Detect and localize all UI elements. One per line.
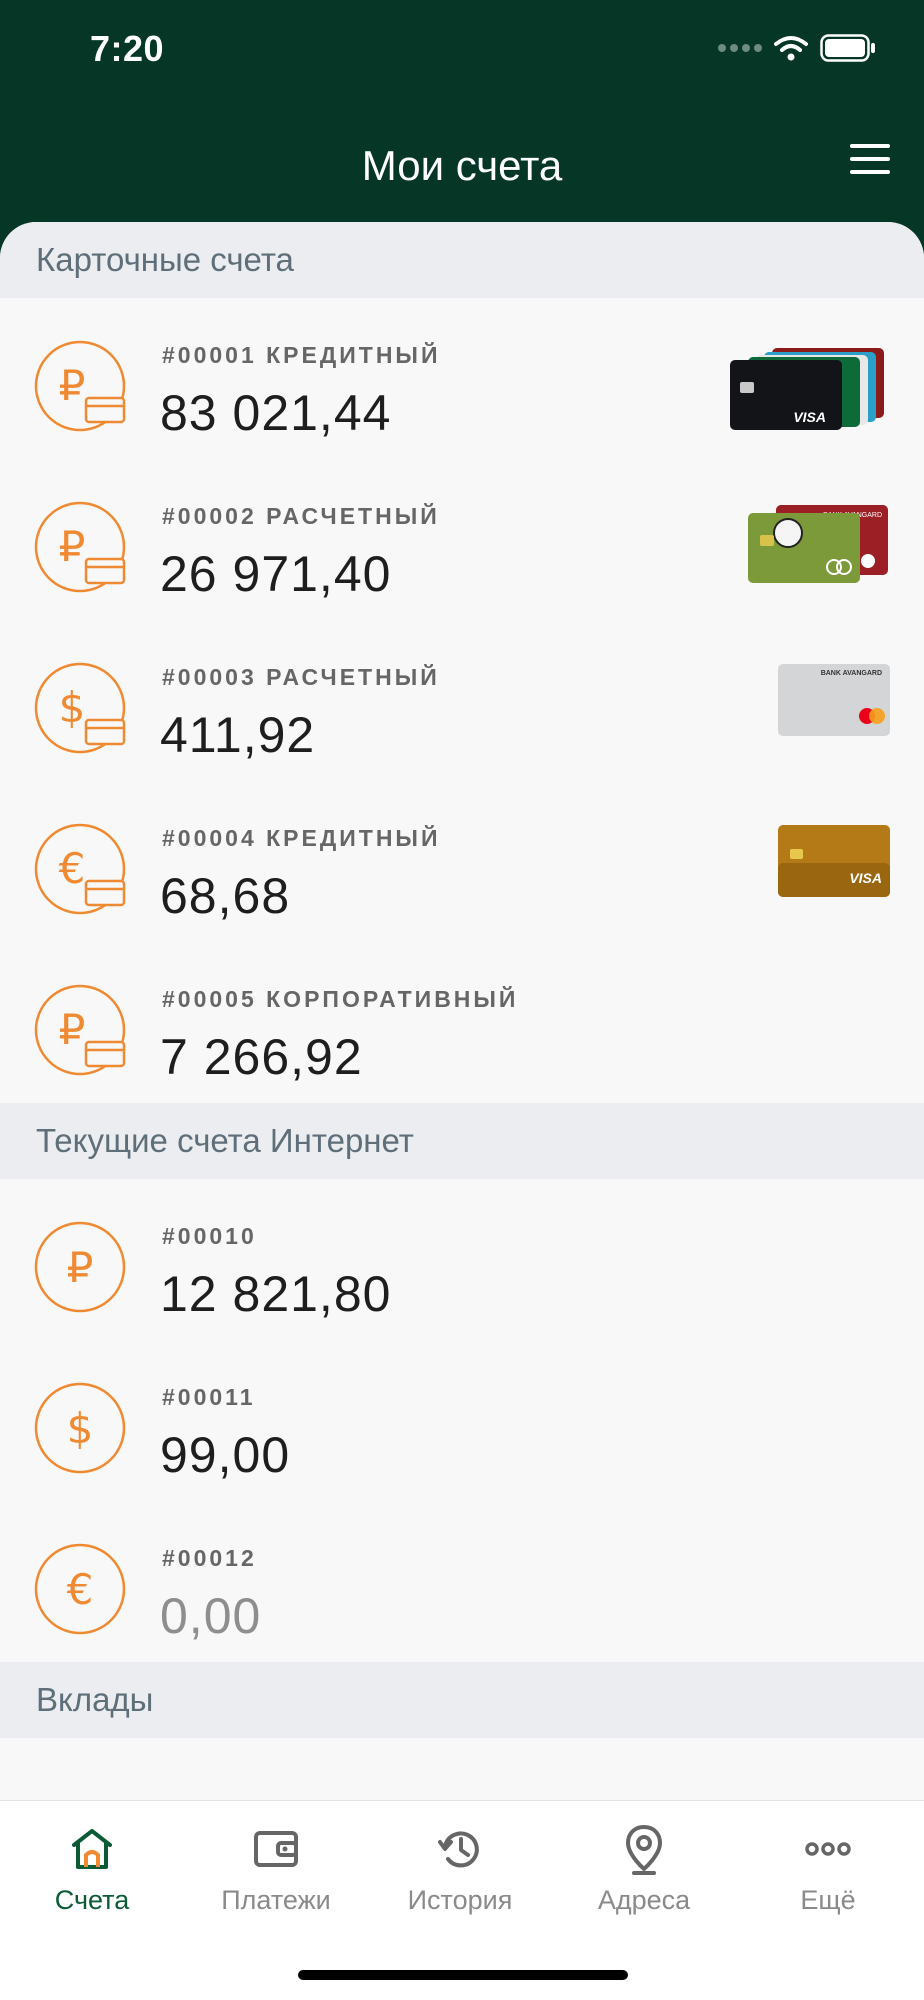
dollar-card-icon: $ xyxy=(34,662,126,754)
signal-icon xyxy=(718,44,762,52)
ruble-card-icon: ₽ xyxy=(34,984,126,1076)
svg-text:€: € xyxy=(67,1565,94,1614)
dollar-icon: $ xyxy=(34,1382,126,1474)
ruble-card-icon: ₽ xyxy=(34,340,126,432)
wifi-icon xyxy=(774,36,808,61)
account-number: #00004 КРЕДИТНЫЙ xyxy=(162,825,441,851)
svg-text:₽: ₽ xyxy=(59,1005,86,1054)
account-number: #00012 xyxy=(162,1545,257,1571)
hamburger-menu-icon[interactable] xyxy=(850,144,890,176)
account-balance: 26 971,40 xyxy=(160,546,392,602)
svg-text:₽: ₽ xyxy=(67,1243,94,1292)
status-icons xyxy=(718,34,876,62)
account-row[interactable]: € #00012 0,00 xyxy=(0,1501,924,1662)
account-balance: 0,00 xyxy=(160,1588,262,1644)
home-indicator xyxy=(298,1970,628,1980)
account-balance: 7 266,92 xyxy=(160,1029,363,1085)
tab-addresses[interactable]: Адреса xyxy=(552,1819,736,1916)
account-number: #00001 КРЕДИТНЫЙ xyxy=(162,342,441,368)
account-number: #00010 xyxy=(162,1223,257,1249)
svg-text:₽: ₽ xyxy=(59,361,86,410)
account-balance: 99,00 xyxy=(160,1427,291,1483)
tab-label: Платежи xyxy=(221,1885,331,1915)
euro-icon: € xyxy=(34,1543,126,1635)
card-stack-image: BANK AVANGARD xyxy=(748,505,888,583)
app-header: Мои счета xyxy=(0,100,924,224)
account-row[interactable]: ₽ #00002 РАСЧЕТНЫЙ 26 971,40 BANK AVANGA… xyxy=(0,459,924,620)
status-time: 7:20 xyxy=(90,28,165,69)
ruble-icon: ₽ xyxy=(34,1221,126,1313)
tab-label: Адреса xyxy=(597,1885,691,1915)
wallet-icon xyxy=(254,1831,298,1867)
tab-label: История xyxy=(407,1885,513,1915)
more-dots-icon xyxy=(805,1842,851,1856)
page-title: Мои счета xyxy=(361,142,563,189)
home-icon xyxy=(72,1829,112,1869)
tab-history[interactable]: История xyxy=(368,1819,552,1916)
tab-accounts[interactable]: Счета xyxy=(0,1819,184,1916)
account-row[interactable]: € #00004 КРЕДИТНЫЙ 68,68 VISA xyxy=(0,781,924,942)
svg-text:₽: ₽ xyxy=(59,522,86,571)
tab-label: Счета xyxy=(54,1885,130,1915)
section-header-card-accounts: Карточные счета xyxy=(0,222,924,298)
svg-text:VISA: VISA xyxy=(793,409,826,425)
accounts-list[interactable]: Карточные счета ₽ #00001 КРЕДИТНЫЙ 83 02… xyxy=(0,222,924,1800)
account-number: #00011 xyxy=(162,1384,256,1410)
section-header-internet-accounts: Текущие счета Интернет xyxy=(0,1103,924,1179)
account-row[interactable]: $ #00003 РАСЧЕТНЫЙ 411,92 BANK AVANGARD xyxy=(0,620,924,781)
ruble-card-icon: ₽ xyxy=(34,501,126,593)
euro-card-icon: € xyxy=(34,823,126,915)
account-balance: 83 021,44 xyxy=(160,385,392,441)
account-number: #00002 РАСЧЕТНЫЙ xyxy=(162,503,440,529)
status-bar: 7:20 xyxy=(0,0,924,100)
tab-label: Ещё xyxy=(800,1885,856,1915)
account-balance: 411,92 xyxy=(160,707,316,763)
section-header-deposits: Вклады xyxy=(0,1662,924,1738)
location-pin-icon xyxy=(626,1825,662,1875)
account-row[interactable]: $ #00011 99,00 xyxy=(0,1340,924,1501)
svg-text:BANK AVANGARD: BANK AVANGARD xyxy=(821,670,882,677)
tab-payments[interactable]: Платежи xyxy=(184,1819,368,1916)
svg-text:$: $ xyxy=(59,683,86,732)
card-image: BANK AVANGARD xyxy=(778,664,890,736)
tab-more[interactable]: Ещё xyxy=(736,1819,920,1916)
battery-icon xyxy=(820,34,875,62)
account-number: #00003 РАСЧЕТНЫЙ xyxy=(162,664,440,690)
account-row[interactable]: ₽ #00001 КРЕДИТНЫЙ 83 021,44 VISA xyxy=(0,298,924,459)
account-balance: 68,68 xyxy=(160,868,291,924)
svg-text:€: € xyxy=(59,844,86,893)
card-image: VISA xyxy=(778,825,890,897)
account-row[interactable]: ₽ #00005 КОРПОРАТИВНЫЙ 7 266,92 xyxy=(0,942,924,1103)
account-row[interactable]: ₽ #00010 12 821,80 xyxy=(0,1179,924,1340)
account-number: #00005 КОРПОРАТИВНЫЙ xyxy=(162,986,519,1012)
svg-text:$: $ xyxy=(67,1404,94,1453)
card-stack-image: VISA xyxy=(730,348,884,430)
account-balance: 12 821,80 xyxy=(160,1266,392,1322)
svg-text:VISA: VISA xyxy=(849,870,882,886)
history-icon xyxy=(438,1831,479,1868)
